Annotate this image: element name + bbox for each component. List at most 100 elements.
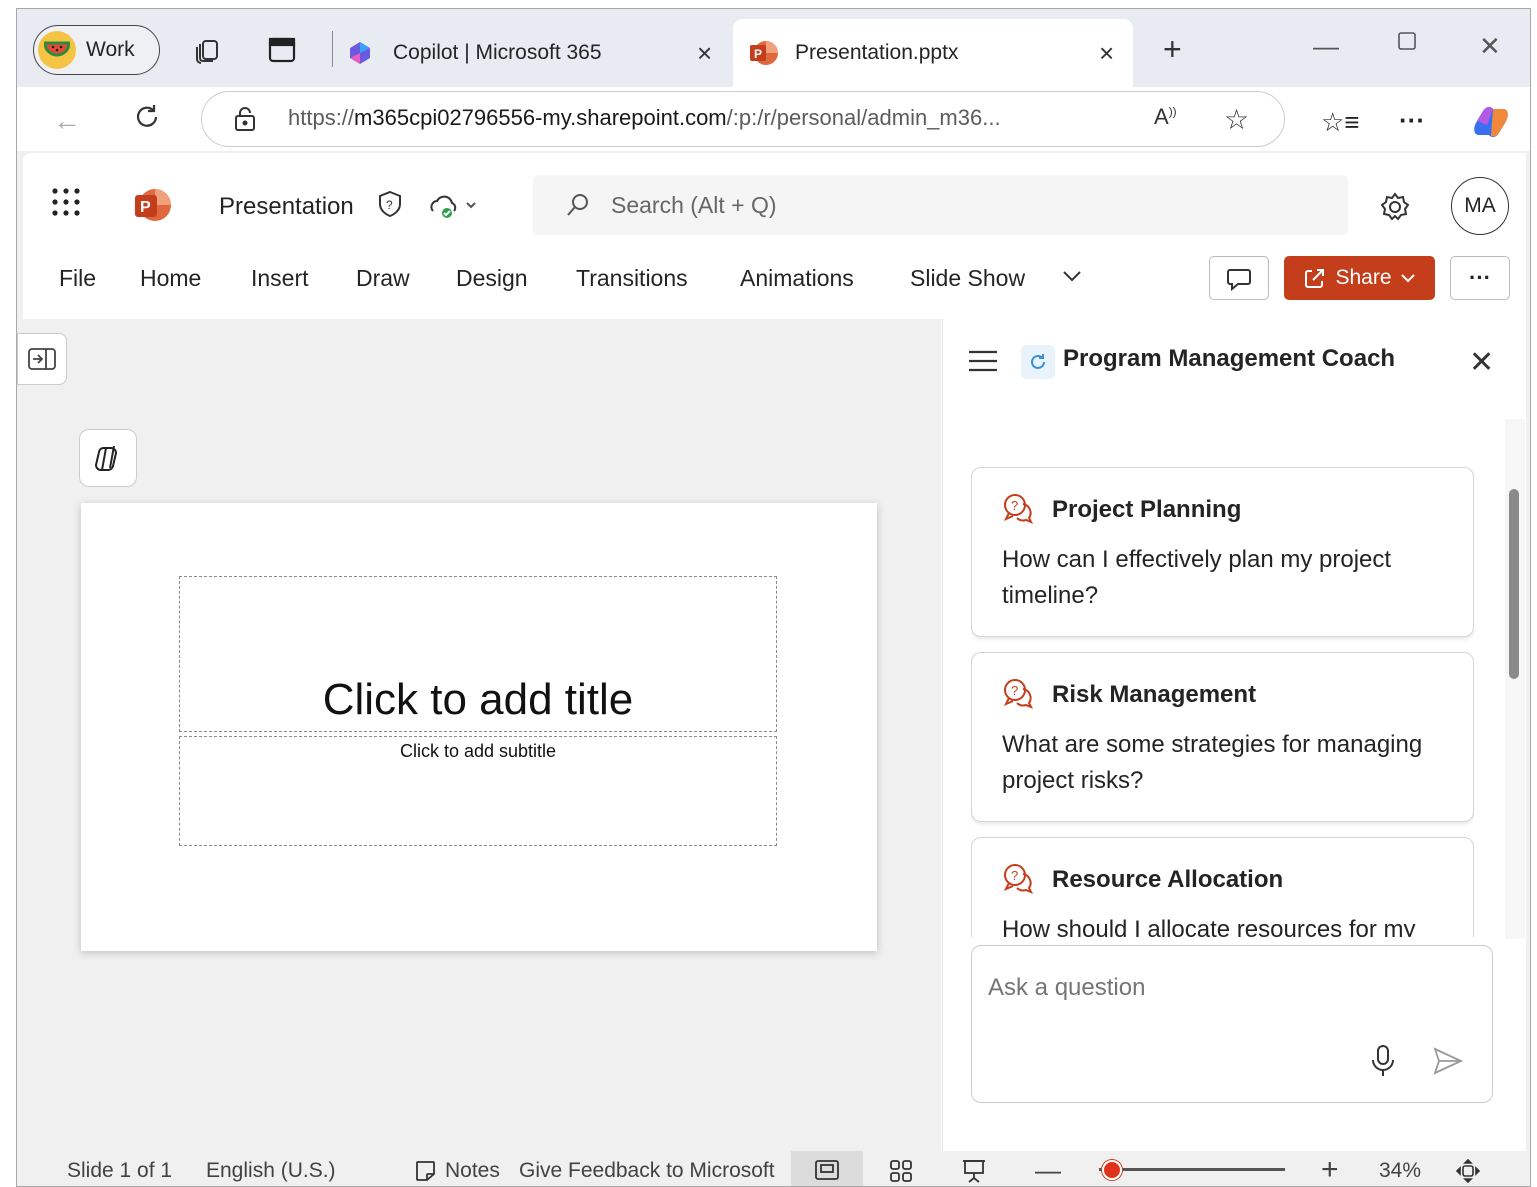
slide-sorter-icon[interactable] <box>889 1159 913 1183</box>
more-options-button[interactable]: ··· <box>1450 256 1510 300</box>
close-pane-icon[interactable]: ✕ <box>1469 345 1494 380</box>
chat-question-icon: ? <box>1002 862 1036 894</box>
tab-actions-icon[interactable] <box>267 35 297 65</box>
minimize-icon[interactable]: — <box>1313 31 1339 62</box>
chat-question-icon: ? <box>1002 677 1036 709</box>
powerpoint-icon: P <box>749 40 779 66</box>
share-button[interactable]: Share <box>1284 256 1435 300</box>
svg-text:P: P <box>754 47 762 61</box>
thumbnail-pane-toggle[interactable] <box>17 333 67 385</box>
chevron-down-icon[interactable] <box>1061 269 1083 283</box>
close-tab-icon[interactable]: × <box>1099 38 1114 69</box>
notes-icon[interactable] <box>413 1159 437 1183</box>
normal-view-button[interactable] <box>791 1151 863 1186</box>
card-title: Risk Management <box>1052 681 1257 708</box>
tab-home[interactable]: Home <box>140 265 201 292</box>
zoom-out-icon[interactable]: — <box>1035 1155 1061 1186</box>
ask-input[interactable] <box>988 974 1468 1002</box>
microphone-icon[interactable] <box>1370 1044 1396 1078</box>
agent-icon <box>1021 345 1055 379</box>
tab-presentation[interactable]: P Presentation.pptx × <box>733 19 1133 87</box>
pane-header: Program Management Coach ✕ <box>943 319 1526 411</box>
slide[interactable]: Click to add title Click to add subtitle <box>81 503 877 951</box>
language[interactable]: English (U.S.) <box>206 1159 336 1183</box>
browser-window: Work Copilot | Microsoft 365 × P Present… <box>16 8 1531 1187</box>
card-title: Project Planning <box>1052 496 1242 523</box>
presenter-view-icon[interactable] <box>961 1158 987 1184</box>
site-info-icon[interactable] <box>232 106 258 132</box>
tab-separator <box>332 31 333 67</box>
zoom-slider-track[interactable] <box>1099 1168 1285 1171</box>
subtitle-placeholder[interactable]: Click to add subtitle <box>179 736 777 846</box>
settings-gear-icon[interactable] <box>1379 191 1411 223</box>
back-icon[interactable]: ← <box>53 105 81 137</box>
svg-text:?: ? <box>1011 868 1018 883</box>
tab-insert[interactable]: Insert <box>251 265 309 292</box>
card-prompt: How should I allocate resources for my <box>1002 916 1416 937</box>
search-box[interactable]: Search (Alt + Q) <box>533 175 1348 235</box>
send-icon[interactable] <box>1432 1046 1464 1076</box>
refresh-icon[interactable] <box>131 101 163 133</box>
app-header: P Presentation ? Search (Alt + Q) MA <box>23 153 1526 245</box>
copilot-m365-icon <box>347 40 373 66</box>
zoom-level[interactable]: 34% <box>1379 1159 1421 1183</box>
tab-copilot[interactable]: Copilot | Microsoft 365 × <box>337 19 732 87</box>
title-placeholder[interactable]: Click to add title <box>179 576 777 732</box>
comment-icon <box>1227 269 1251 291</box>
cloud-saved-icon[interactable] <box>427 191 481 221</box>
prompt-card[interactable]: ? Project Planning How can I effectively… <box>971 467 1474 637</box>
tab-title: Presentation.pptx <box>795 41 959 64</box>
slide-count[interactable]: Slide 1 of 1 <box>67 1159 172 1183</box>
avatar[interactable]: MA <box>1451 177 1509 235</box>
tab-design[interactable]: Design <box>456 265 528 292</box>
chat-question-icon: ? <box>1002 492 1036 524</box>
status-bar: Slide 1 of 1 English (U.S.) Notes Give F… <box>23 1151 1526 1186</box>
svg-text:?: ? <box>1011 683 1018 698</box>
profile-button[interactable]: Work <box>33 25 160 75</box>
address-bar[interactable]: https://m365cpi02796556-my.sharepoint.co… <box>201 91 1285 147</box>
url-text: https://m365cpi02796556-my.sharepoint.co… <box>288 105 1001 130</box>
ask-box <box>971 945 1493 1103</box>
tab-transitions[interactable]: Transitions <box>576 265 688 292</box>
notes-button[interactable]: Notes <box>445 1159 500 1183</box>
comments-button[interactable] <box>1209 256 1269 300</box>
feedback-link[interactable]: Give Feedback to Microsoft <box>519 1159 775 1183</box>
search-placeholder: Search (Alt + Q) <box>611 191 777 218</box>
more-menu-icon[interactable]: ··· <box>1399 105 1425 136</box>
workspaces-icon[interactable] <box>193 35 223 65</box>
sensitivity-shield-icon[interactable]: ? <box>375 189 405 219</box>
svg-text:?: ? <box>1011 498 1018 513</box>
doc-title[interactable]: Presentation <box>219 193 354 221</box>
close-window-icon[interactable]: ✕ <box>1479 31 1501 62</box>
read-aloud-icon[interactable]: A)) <box>1154 104 1177 130</box>
zoom-in-icon[interactable]: + <box>1321 1153 1339 1186</box>
tab-file[interactable]: File <box>59 265 96 292</box>
hamburger-menu-icon[interactable] <box>967 349 999 373</box>
tab-slide-show[interactable]: Slide Show <box>910 265 1025 292</box>
copilot-sidebar-icon[interactable] <box>1469 101 1513 145</box>
favorite-star-icon[interactable]: ☆ <box>1224 103 1249 136</box>
app-launcher-icon[interactable] <box>51 187 81 217</box>
share-icon <box>1305 269 1325 288</box>
favorites-icon[interactable]: ☆≡ <box>1321 107 1359 138</box>
prompt-card[interactable]: ? Risk Management What are some strategi… <box>971 652 1474 822</box>
copilot-button[interactable] <box>79 429 137 487</box>
new-tab-icon[interactable]: + <box>1163 31 1182 68</box>
card-title: Resource Allocation <box>1052 866 1284 893</box>
profile-label: Work <box>86 38 135 61</box>
copilot-icon <box>94 445 118 471</box>
chevron-down-icon <box>1400 274 1415 283</box>
pane-title: Program Management Coach <box>1063 345 1396 372</box>
maximize-icon[interactable] <box>1397 31 1417 51</box>
fit-to-window-icon[interactable] <box>1455 1158 1481 1184</box>
copilot-agent-pane: Program Management Coach ✕ ? Project Pla… <box>942 319 1526 1151</box>
scrollbar-thumb[interactable] <box>1509 489 1519 679</box>
tab-animations[interactable]: Animations <box>740 265 854 292</box>
zoom-slider-thumb[interactable] <box>1102 1160 1123 1180</box>
tab-title: Copilot | Microsoft 365 <box>393 41 602 64</box>
tab-strip: Work Copilot | Microsoft 365 × P Present… <box>17 9 1530 87</box>
prompt-card[interactable]: ? Resource Allocation How should I alloc… <box>971 837 1474 937</box>
powerpoint-logo-icon: P <box>133 187 173 223</box>
tab-draw[interactable]: Draw <box>356 265 410 292</box>
close-tab-icon[interactable]: × <box>697 38 712 69</box>
